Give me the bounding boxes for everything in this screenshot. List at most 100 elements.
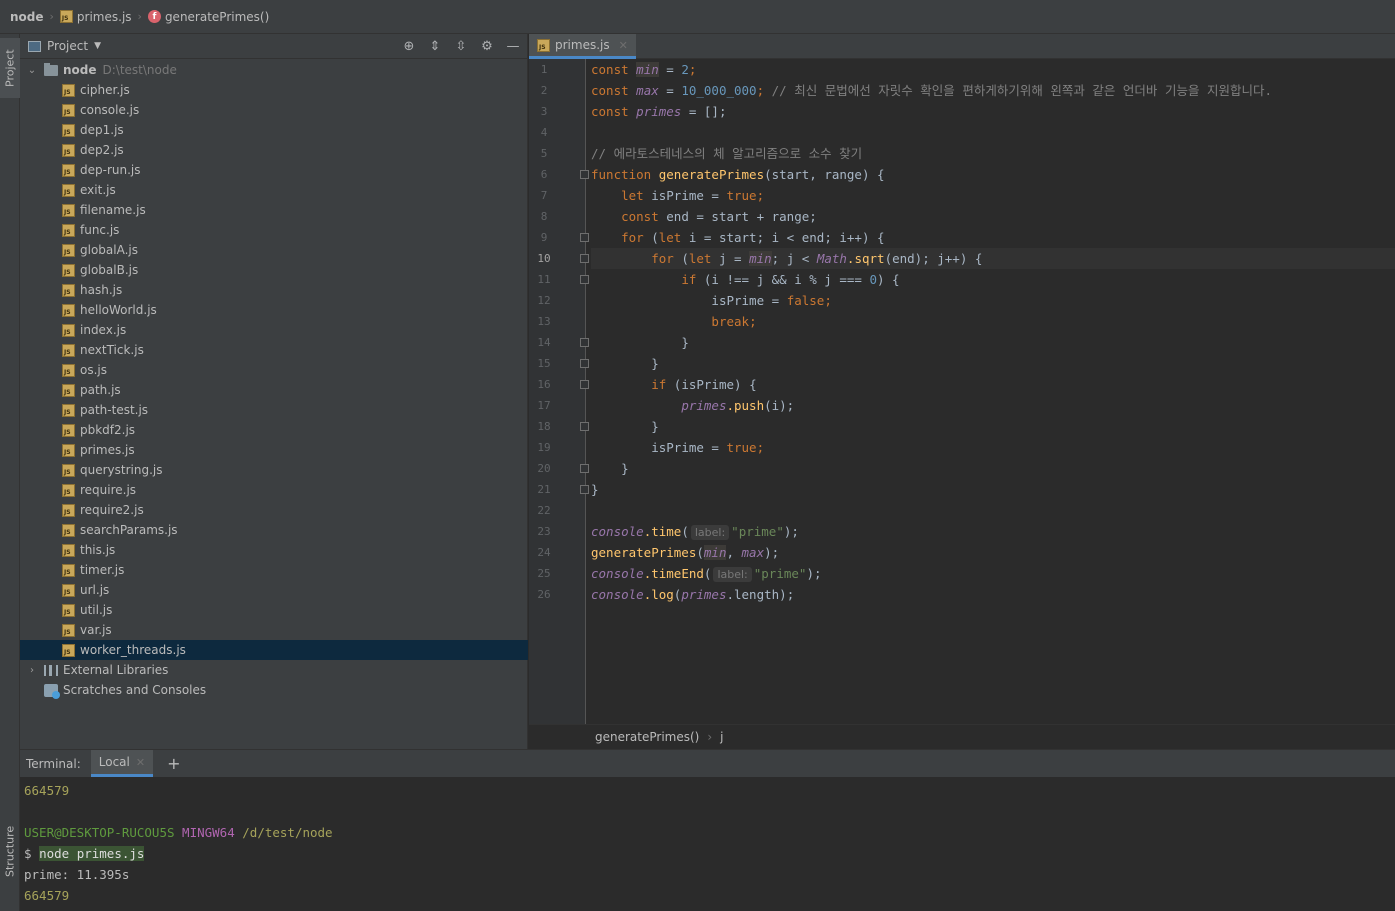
editor-tab-label: primes.js [555,38,610,52]
code-token: isPrime = [651,440,727,455]
line-number: 14 [537,336,551,349]
function-icon: f [147,10,161,23]
code-token: ); [783,524,799,539]
project-tool-tab[interactable]: Project [0,38,20,98]
add-terminal-button[interactable]: + [167,754,180,773]
prompt-system: MINGW64 [182,825,235,840]
tree-root-node[interactable]: ⌄ node D:\test\node [20,60,528,80]
terminal-output[interactable]: 664579 USER@DESKTOP-RUCOU5S MINGW64 /d/t… [20,777,1395,909]
js-file-icon [62,263,75,277]
tree-file-label: path.js [80,383,121,397]
close-icon[interactable]: ✕ [619,39,628,52]
tree-file-item[interactable]: exit.js [20,180,528,200]
tree-file-item[interactable]: path-test.js [20,400,528,420]
tree-file-item[interactable]: dep2.js [20,140,528,160]
tree-file-item[interactable]: this.js [20,540,528,560]
js-file-icon [62,543,75,557]
close-icon[interactable]: ✕ [136,756,145,769]
line-number: 10 [537,252,551,265]
code-token: .sqrt [846,251,885,266]
line-number: 7 [540,189,548,202]
structure-tool-tab[interactable]: Structure [0,809,20,894]
tree-file-item[interactable]: console.js [20,100,528,120]
code-editor[interactable]: 1 2 3 4 5 6 7 8 9 10 11 12 13 14 15 16 17 18 19 20 21 22 23 24 2… [529,59,1395,724]
fold-marker-icon[interactable] [580,254,589,263]
gear-icon[interactable]: ⚙ [479,38,495,54]
tree-file-item[interactable]: searchParams.js [20,520,528,540]
tree-file-item[interactable]: primes.js [20,440,528,460]
line-number-gutter: 1 2 3 4 5 6 7 8 9 10 11 12 13 14 15 16 17 18 19 20 21 22 23 24 2… [529,59,589,724]
tree-file-item[interactable]: os.js [20,360,528,380]
hide-panel-icon[interactable]: — [505,38,521,54]
fold-marker-icon[interactable] [580,464,589,473]
project-view-selector[interactable]: Project [47,39,88,53]
code-line-19: isPrime = true; [591,437,1395,458]
tree-file-item[interactable]: worker_threads.js [20,640,528,660]
line-number: 2 [540,84,548,97]
breadcrumb-project[interactable]: node [10,10,44,24]
fold-marker-icon[interactable] [580,275,589,284]
tree-file-item[interactable]: dep-run.js [20,160,528,180]
code-token: true [726,440,757,455]
tree-file-item[interactable]: var.js [20,620,528,640]
fold-marker-icon[interactable] [580,233,589,242]
fold-marker-icon[interactable] [580,380,589,389]
tree-file-label: pbkdf2.js [80,423,136,437]
tree-file-item[interactable]: querystring.js [20,460,528,480]
line-number: 16 [537,378,551,391]
fold-marker-icon[interactable] [580,170,589,179]
breadcrumb-file[interactable]: primes.js [59,10,132,24]
fold-marker-icon[interactable] [580,359,589,368]
js-file-icon [62,603,75,617]
locate-file-icon[interactable]: ⊕ [401,38,417,54]
code-token: true [726,188,757,203]
project-window-icon [28,40,41,52]
tree-file-label: dep-run.js [80,163,141,177]
tree-file-item[interactable]: timer.js [20,560,528,580]
line-number: 4 [540,126,548,139]
tree-file-item[interactable]: url.js [20,580,528,600]
tree-file-item[interactable]: globalB.js [20,260,528,280]
tree-file-item[interactable]: globalA.js [20,240,528,260]
code-token: i = start; i < end; i++) { [681,230,885,245]
tree-file-item[interactable]: path.js [20,380,528,400]
chevron-down-icon[interactable]: ▼ [94,41,101,51]
expand-all-icon[interactable]: ⇕ [427,38,443,54]
structure-crumb-variable[interactable]: j [720,730,723,744]
tree-file-label: globalB.js [80,263,139,277]
tree-file-item[interactable]: hash.js [20,280,528,300]
fold-marker-icon[interactable] [580,338,589,347]
collapse-all-icon[interactable]: ⇳ [453,38,469,54]
code-comment: // 최신 문법에선 자릿수 확인을 편하게하기위해 왼쪽과 같은 언더바 기능… [771,83,1272,98]
code-line-10: for (let j = min; j < Math.sqrt(end); j+… [591,248,1395,269]
chevron-right-icon[interactable]: › [24,665,40,676]
tree-file-item[interactable]: index.js [20,320,528,340]
code-token: (end); j++) { [884,251,983,266]
code-token: primes [636,104,682,119]
tree-file-item[interactable]: require.js [20,480,528,500]
tree-file-item[interactable]: cipher.js [20,80,528,100]
breadcrumb-function[interactable]: f generatePrimes() [147,10,269,24]
js-file-icon [62,383,75,397]
code-token: 10_000_000 [681,83,757,98]
terminal-tab-local[interactable]: Local ✕ [90,750,154,777]
tree-file-item[interactable]: helloWorld.js [20,300,528,320]
editor-tab-primes[interactable]: primes.js ✕ [529,34,636,59]
tree-file-item[interactable]: pbkdf2.js [20,420,528,440]
fold-marker-icon[interactable] [580,485,589,494]
structure-crumb-function[interactable]: generatePrimes() [595,730,699,744]
chevron-down-icon[interactable]: ⌄ [24,65,40,76]
tree-file-item[interactable]: util.js [20,600,528,620]
tree-file-item[interactable]: nextTick.js [20,340,528,360]
tree-file-item[interactable]: func.js [20,220,528,240]
fold-marker-icon[interactable] [580,422,589,431]
tree-file-item[interactable]: require2.js [20,500,528,520]
root-folder-name: node [63,63,97,77]
code-token: primes [681,398,727,413]
tree-external-libraries[interactable]: › External Libraries [20,660,528,680]
tree-file-item[interactable]: dep1.js [20,120,528,140]
tree-file-item[interactable]: filename.js [20,200,528,220]
library-icon [44,664,58,676]
code-token: ); [764,545,780,560]
tree-scratches[interactable]: Scratches and Consoles [20,680,528,700]
